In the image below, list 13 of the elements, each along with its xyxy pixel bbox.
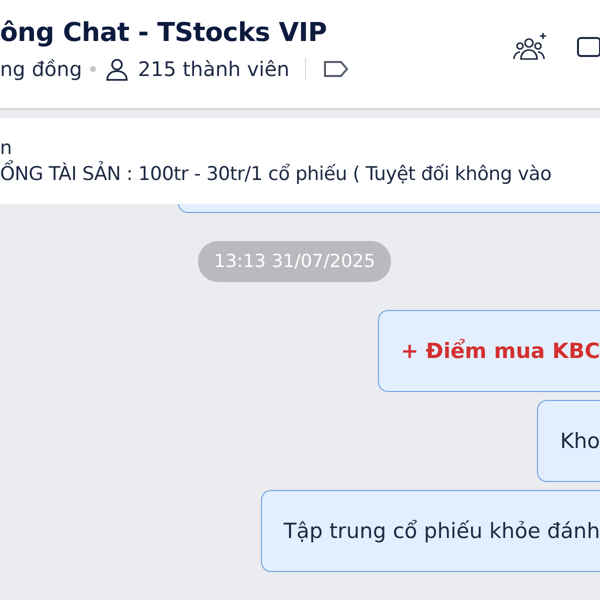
- date-separator: 13:13 31/07/2025: [198, 241, 392, 282]
- person-icon: [104, 56, 130, 82]
- tag-icon[interactable]: [322, 59, 350, 79]
- message-text: + Điểm mua KBC: [400, 339, 600, 363]
- separator-dot: [90, 66, 96, 72]
- chat-title: ông Chat - TStocks VIP: [0, 18, 328, 48]
- pinned-message[interactable]: n ỔNG TÀI SẢN : 100tr - 30tr/1 cổ phiếu ( Tuyệt đối không vào: [0, 118, 600, 204]
- add-member-icon[interactable]: [512, 32, 548, 62]
- pinned-text: n: [0, 137, 13, 159]
- member-count[interactable]: 215 thành viên: [138, 57, 290, 81]
- message-text: Kho: [560, 429, 600, 453]
- message-text: Tập trung cổ phiếu khỏe đánh: [284, 519, 600, 543]
- community-label: ng đồng: [0, 57, 82, 81]
